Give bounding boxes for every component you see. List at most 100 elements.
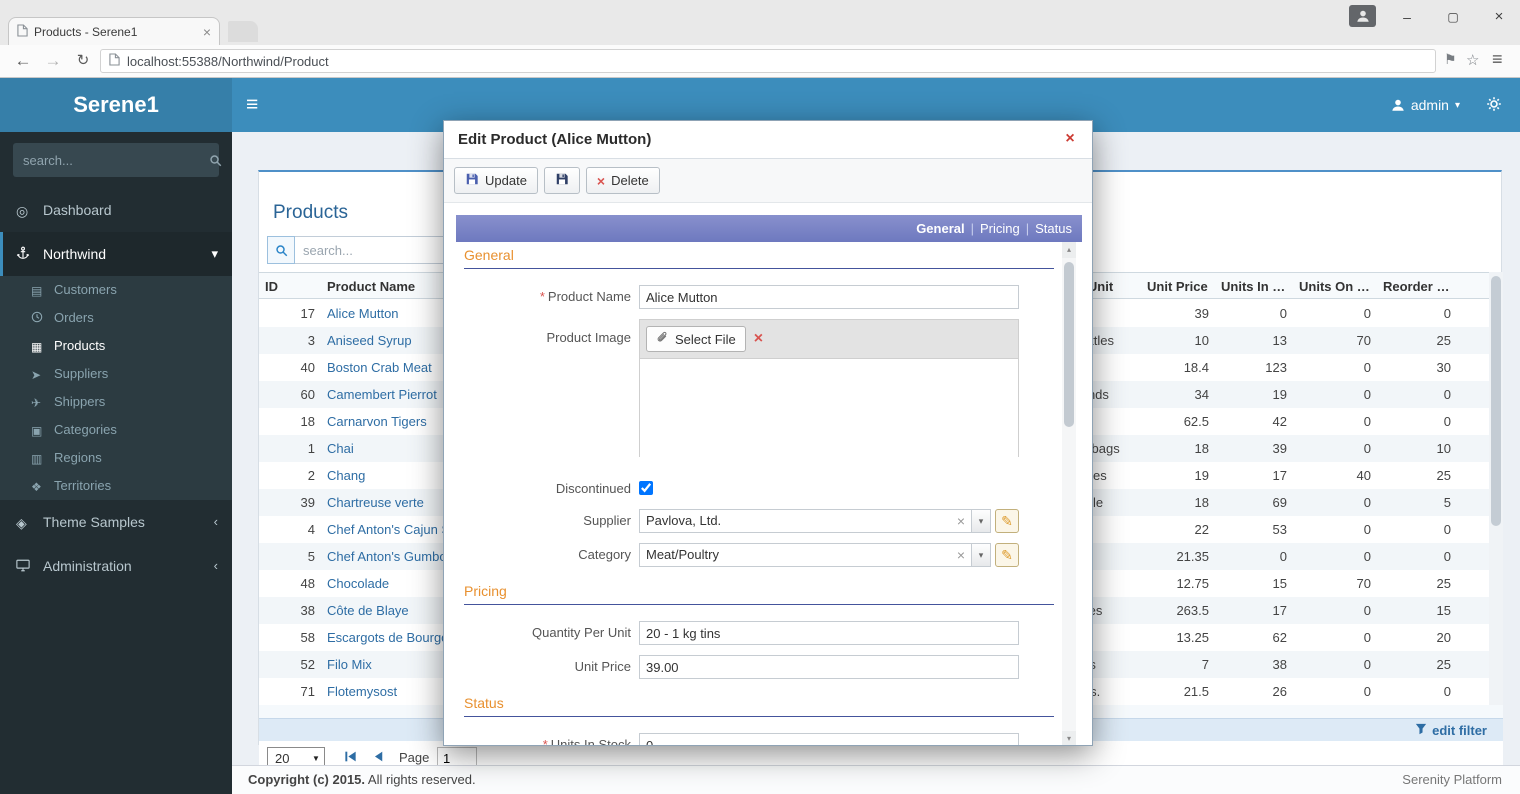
sidebar-item-categories[interactable]: ▣Categories (0, 416, 232, 444)
flag-icon[interactable]: ⚑ (1444, 51, 1457, 68)
cell-price: 10 (1141, 327, 1215, 354)
refresh-button[interactable]: ↻ (70, 49, 96, 73)
settings-gear-icon[interactable] (1486, 96, 1502, 115)
grid-search-input[interactable] (295, 236, 453, 264)
back-button[interactable]: ← (10, 49, 36, 73)
scroll-up-icon[interactable]: ▴ (1062, 242, 1076, 258)
sidebar-item-territories[interactable]: ❖Territories (0, 472, 232, 500)
edit-category-button[interactable]: ✎ (995, 543, 1019, 567)
profile-button[interactable] (1349, 5, 1376, 27)
sidebar-item-theme-samples[interactable]: ◈Theme Samples ‹ (0, 500, 232, 544)
select-file-button[interactable]: Select File (646, 326, 746, 352)
plane-icon: ✈ (31, 389, 54, 417)
sidebar-item-label: Products (54, 338, 105, 353)
sidebar-item-dashboard[interactable]: ◎Dashboard (0, 188, 232, 232)
scrollbar-thumb[interactable] (1491, 276, 1501, 526)
document-icon (109, 53, 120, 69)
column-header-on_order[interactable]: Units On Order (1293, 273, 1377, 300)
dialog-close-icon[interactable]: × (1060, 129, 1080, 149)
scroll-down-icon[interactable]: ▾ (1062, 731, 1076, 746)
update-button-label: Update (485, 173, 527, 188)
clear-x-icon[interactable]: × (957, 510, 965, 532)
category-select[interactable]: Meat/Poultry × ▾ (639, 543, 991, 567)
cell-on_order: 0 (1293, 408, 1377, 435)
window-maximize-button[interactable]: ▢ (1436, 6, 1470, 28)
sidebar-item-products[interactable]: ▦Products (0, 332, 232, 360)
page-favicon-icon (17, 24, 28, 40)
cell-id: 2 (259, 462, 321, 489)
dropdown-arrow-icon[interactable]: ▾ (971, 510, 990, 532)
scrollbar-thumb[interactable] (1064, 262, 1074, 427)
file-preview-area (640, 358, 1018, 457)
unit-price-input[interactable] (639, 655, 1019, 679)
window-close-button[interactable]: × (1482, 6, 1516, 28)
cell-stock: 69 (1215, 489, 1293, 516)
new-tab-button[interactable] (228, 21, 258, 42)
forward-button[interactable]: → (40, 49, 66, 73)
sidebar-item-regions[interactable]: ▥Regions (0, 444, 232, 472)
user-menu[interactable]: admin ▾ (1391, 78, 1460, 132)
grid-search (267, 236, 453, 264)
search-icon[interactable] (267, 236, 295, 264)
sidebar-item-northwind[interactable]: Northwind ▾ (0, 232, 232, 276)
discontinued-checkbox[interactable] (639, 481, 653, 495)
discontinued-label: Discontinued (444, 479, 631, 499)
select-arrow-icon: ▼ (308, 754, 324, 763)
sidebar-item-label: Regions (54, 450, 102, 465)
sidebar-item-orders[interactable]: Orders (0, 304, 232, 332)
cell-stock: 15 (1215, 570, 1293, 597)
cell-reorder: 25 (1377, 327, 1457, 354)
cell-on_order: 0 (1293, 381, 1377, 408)
dropdown-arrow-icon[interactable]: ▾ (971, 544, 990, 566)
cell-id: 40 (259, 354, 321, 381)
update-button[interactable]: Update (454, 167, 538, 194)
search-icon (209, 154, 222, 167)
cell-reorder: 25 (1377, 651, 1457, 678)
grid-scrollbar[interactable] (1489, 272, 1503, 705)
nav-link-general[interactable]: General (916, 221, 964, 236)
bookmark-star-icon[interactable]: ☆ (1466, 51, 1479, 69)
product-name-input[interactable] (639, 285, 1019, 309)
window-minimize-button[interactable]: – (1390, 6, 1424, 28)
apply-changes-button[interactable] (544, 167, 580, 194)
clear-x-icon[interactable]: × (957, 544, 965, 566)
nav-separator: | (971, 221, 974, 236)
cell-price: 21.5 (1141, 678, 1215, 705)
browser-menu-icon[interactable]: ≡ (1492, 49, 1503, 70)
chevron-down-icon: ▾ (211, 232, 218, 276)
nav-link-pricing[interactable]: Pricing (980, 221, 1020, 236)
column-header-price[interactable]: Unit Price (1141, 273, 1215, 300)
nav-link-status[interactable]: Status (1035, 221, 1072, 236)
sidebar-item-label: Northwind (43, 246, 106, 262)
edit-filter-link[interactable]: edit filter (1432, 719, 1487, 742)
column-header-stock[interactable]: Units In Stock (1215, 273, 1293, 300)
sidebar-item-suppliers[interactable]: ➤Suppliers (0, 360, 232, 388)
address-bar[interactable]: localhost:55388/Northwind/Product (100, 49, 1436, 73)
northwind-submenu: ▤Customers Orders ▦Products ➤Suppliers ✈… (0, 276, 232, 500)
dialog-scrollbar[interactable]: ▴ ▾ (1062, 242, 1076, 746)
units-in-stock-input[interactable] (639, 733, 1019, 746)
cell-on_order: 70 (1293, 327, 1377, 354)
sidebar-item-shippers[interactable]: ✈Shippers (0, 388, 232, 416)
edit-supplier-button[interactable]: ✎ (995, 509, 1019, 533)
cell-reorder: 0 (1377, 678, 1457, 705)
cell-price: 18.4 (1141, 354, 1215, 381)
sidebar-search-input[interactable] (13, 153, 209, 168)
cell-id: 1 (259, 435, 321, 462)
sidebar-item-customers[interactable]: ▤Customers (0, 276, 232, 304)
column-header-id[interactable]: ID (259, 273, 321, 300)
remove-file-icon[interactable]: × (754, 330, 763, 348)
sidebar-item-administration[interactable]: Administration ‹ (0, 544, 232, 588)
units-in-stock-label: *Units In Stock (444, 733, 631, 746)
sidebar-toggle-icon[interactable]: ≡ (246, 91, 258, 119)
tab-close-icon[interactable]: × (203, 25, 211, 39)
delete-button[interactable]: × Delete (586, 167, 660, 194)
quantity-per-unit-input[interactable] (639, 621, 1019, 645)
nav-separator: | (1026, 221, 1029, 236)
cell-on_order: 0 (1293, 300, 1377, 327)
column-header-reorder[interactable]: Reorder Level (1377, 273, 1457, 300)
browser-tab[interactable]: Products - Serene1 × (8, 17, 220, 45)
supplier-select[interactable]: Pavlova, Ltd. × ▾ (639, 509, 991, 533)
brand-logo[interactable]: Serene1 (0, 78, 232, 132)
user-icon (1391, 98, 1405, 112)
